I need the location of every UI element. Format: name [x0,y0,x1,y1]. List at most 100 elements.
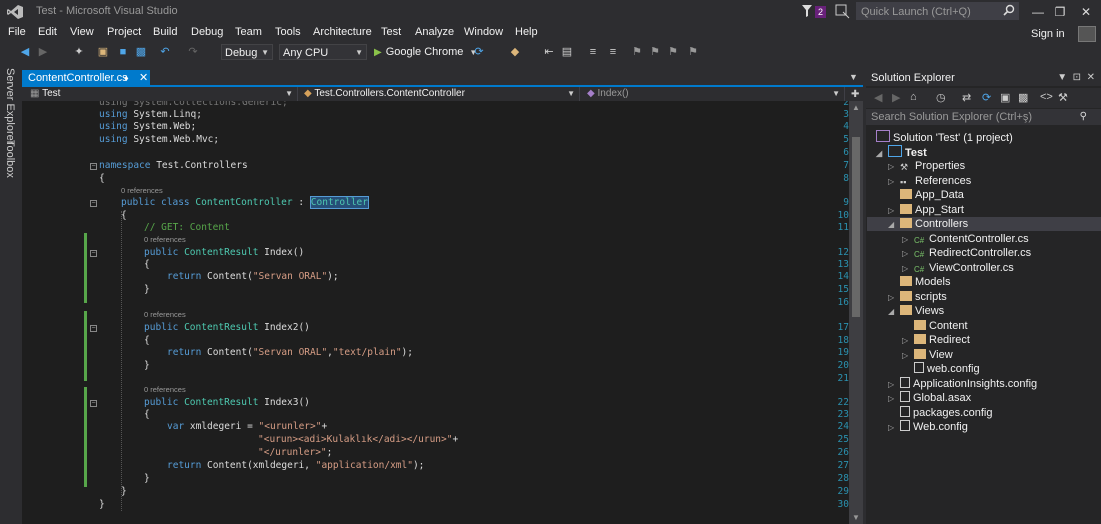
codelens-references[interactable]: 0 references [144,310,186,319]
restore-button[interactable]: ❐ [1047,2,1073,22]
breakpoints-icon[interactable]: ▤ [560,45,574,59]
tree-item-appinsights-config[interactable]: ▷ ApplicationInsights.config [888,377,1037,391]
tree-item-view-controller[interactable]: ▷ C# ViewController.cs [902,261,1014,275]
code-editor[interactable]: 2 3 4 5 6 7 8 9 10 11 12 13 14 15 16 17 … [22,101,849,524]
tree-item-redirect-controller[interactable]: ▷ C# RedirectController.cs [902,246,1031,260]
collapse-icon[interactable]: − [90,200,97,207]
prev-bookmark-icon[interactable]: ⚑ [648,45,662,59]
codelens-references[interactable]: 0 references [144,235,186,244]
chevron-right-icon[interactable]: ▷ [902,334,914,348]
pending-changes-icon[interactable]: ◷ [936,91,946,104]
solution-platform-select[interactable]: Any CPU ▼ [279,44,367,60]
sync-icon[interactable]: ⇄ [962,91,971,104]
refresh-icon[interactable]: ⟳ [982,91,991,104]
collapse-icon[interactable]: − [90,325,97,332]
forward-icon[interactable]: ▶ [36,45,50,59]
menu-tools[interactable]: Tools [275,26,301,38]
tree-item-app-start[interactable]: ▷ App_Start [888,203,964,217]
chevron-right-icon[interactable]: ▷ [902,349,914,363]
menu-file[interactable]: File [8,26,26,38]
feedback-icon[interactable] [835,4,851,20]
collapse-all-icon[interactable]: ▣ [1000,91,1010,104]
scrollbar-thumb[interactable] [852,137,860,317]
back-icon[interactable]: ◀ [874,91,882,104]
tree-item-models[interactable]: Models [888,275,950,289]
split-editor-icon[interactable]: ✚ [851,89,859,100]
type-nav-select[interactable]: ◆ Test.Controllers.ContentController ▼ [300,87,580,101]
properties-icon[interactable]: ⚒ [1058,91,1068,104]
chevron-right-icon[interactable]: ▷ [902,247,914,261]
tree-item-content-controller[interactable]: ▷ C# ContentController.cs [902,232,1029,246]
tree-item-views-content[interactable]: Content [902,319,968,333]
pin-icon[interactable]: ♦ [124,70,129,86]
chevron-up-icon[interactable]: ▲ [852,103,860,112]
tree-item-views-view[interactable]: ▷ View [902,348,953,362]
forward-icon[interactable]: ▶ [892,91,900,104]
chevron-down-icon[interactable]: ◢ [888,305,900,319]
chevron-right-icon[interactable]: ▷ [888,175,900,189]
search-icon[interactable] [1003,4,1015,16]
chevron-right-icon[interactable]: ▷ [902,262,914,276]
codelens-references[interactable]: 0 references [144,385,186,394]
menu-window[interactable]: Window [464,26,503,38]
user-avatar-icon[interactable] [1078,26,1096,42]
chevron-right-icon[interactable]: ▷ [888,291,900,305]
tree-item-app-data[interactable]: App_Data [888,188,964,202]
show-all-files-icon[interactable]: ▩ [1018,91,1028,104]
tree-item-references[interactable]: ▷ ▪▪ References [888,174,971,188]
quick-launch-input[interactable]: Quick Launch (Ctrl+Q) [856,2,1019,20]
outdent-icon[interactable]: ≡ [586,45,600,59]
bookmark-icon[interactable]: ⚑ [630,45,644,59]
new-project-icon[interactable]: ✦ [72,45,86,59]
home-icon[interactable]: ⌂ [910,91,917,103]
menu-view[interactable]: View [70,26,94,38]
codelens-references[interactable]: 0 references [121,186,163,195]
chevron-down-icon[interactable]: ▼ [852,513,860,522]
tree-item-solution[interactable]: Solution 'Test' (1 project) [876,130,1013,144]
search-icon[interactable]: ⚲ [1080,109,1087,125]
close-icon[interactable]: ✕ [139,70,148,86]
chevron-down-icon[interactable]: ◢ [888,218,900,232]
collapse-icon[interactable]: − [90,400,97,407]
menu-project[interactable]: Project [107,26,141,38]
collapse-icon[interactable]: − [90,163,97,170]
solution-explorer-search-input[interactable]: Search Solution Explorer (Ctrl+ş) ⚲ [866,109,1101,125]
solution-configuration-select[interactable]: Debug ▼ [221,44,273,60]
menu-team[interactable]: Team [235,26,262,38]
server-explorer-tab[interactable]: Server Explorer [4,68,16,144]
tree-item-controllers[interactable]: ◢ Controllers [867,217,1101,231]
chevron-down-icon[interactable]: ▼ [849,72,858,82]
tree-item-views[interactable]: ◢ Views [888,304,944,318]
notification-count-badge[interactable]: 2 [815,6,827,18]
menu-edit[interactable]: Edit [38,26,57,38]
sign-in-link[interactable]: Sign in [1031,28,1065,40]
chevron-right-icon[interactable]: ▷ [888,392,900,406]
indent-icon[interactable]: ≡ [606,45,620,59]
step-icon[interactable]: ⇤ [542,45,556,59]
project-nav-select[interactable]: ▦ Test ▼ [26,87,298,101]
tree-item-web-config[interactable]: ▷ Web.config [888,420,968,434]
member-nav-select[interactable]: ◆ Index() ▼ [583,87,845,101]
menu-debug[interactable]: Debug [191,26,223,38]
menu-test[interactable]: Test [381,26,401,38]
chevron-right-icon[interactable]: ▷ [888,160,900,174]
clear-bookmarks-icon[interactable]: ⚑ [686,45,700,59]
chevron-right-icon[interactable]: ▷ [888,204,900,218]
collapse-icon[interactable]: − [90,250,97,257]
redo-icon[interactable]: ↷ [186,45,200,59]
tree-item-scripts[interactable]: ▷ scripts [888,290,947,304]
save-icon[interactable]: ■ [116,45,130,59]
tree-item-views-redirect[interactable]: ▷ Redirect [902,333,970,347]
chevron-right-icon[interactable]: ▷ [888,421,900,435]
view-code-icon[interactable]: <> [1040,91,1053,103]
close-window-button[interactable]: ✕ [1073,2,1099,22]
browser-link-icon[interactable]: ◆ [508,45,522,59]
menu-analyze[interactable]: Analyze [415,26,454,38]
chevron-down-icon[interactable]: ◢ [876,147,888,161]
tree-item-project[interactable]: ◢ Test [876,145,927,159]
menu-help[interactable]: Help [515,26,538,38]
menu-architecture[interactable]: Architecture [313,26,372,38]
tree-item-views-web-config[interactable]: web.config [902,362,980,376]
chevron-right-icon[interactable]: ▷ [888,378,900,392]
editor-vertical-scrollbar[interactable]: ▲ ▼ [849,101,863,524]
